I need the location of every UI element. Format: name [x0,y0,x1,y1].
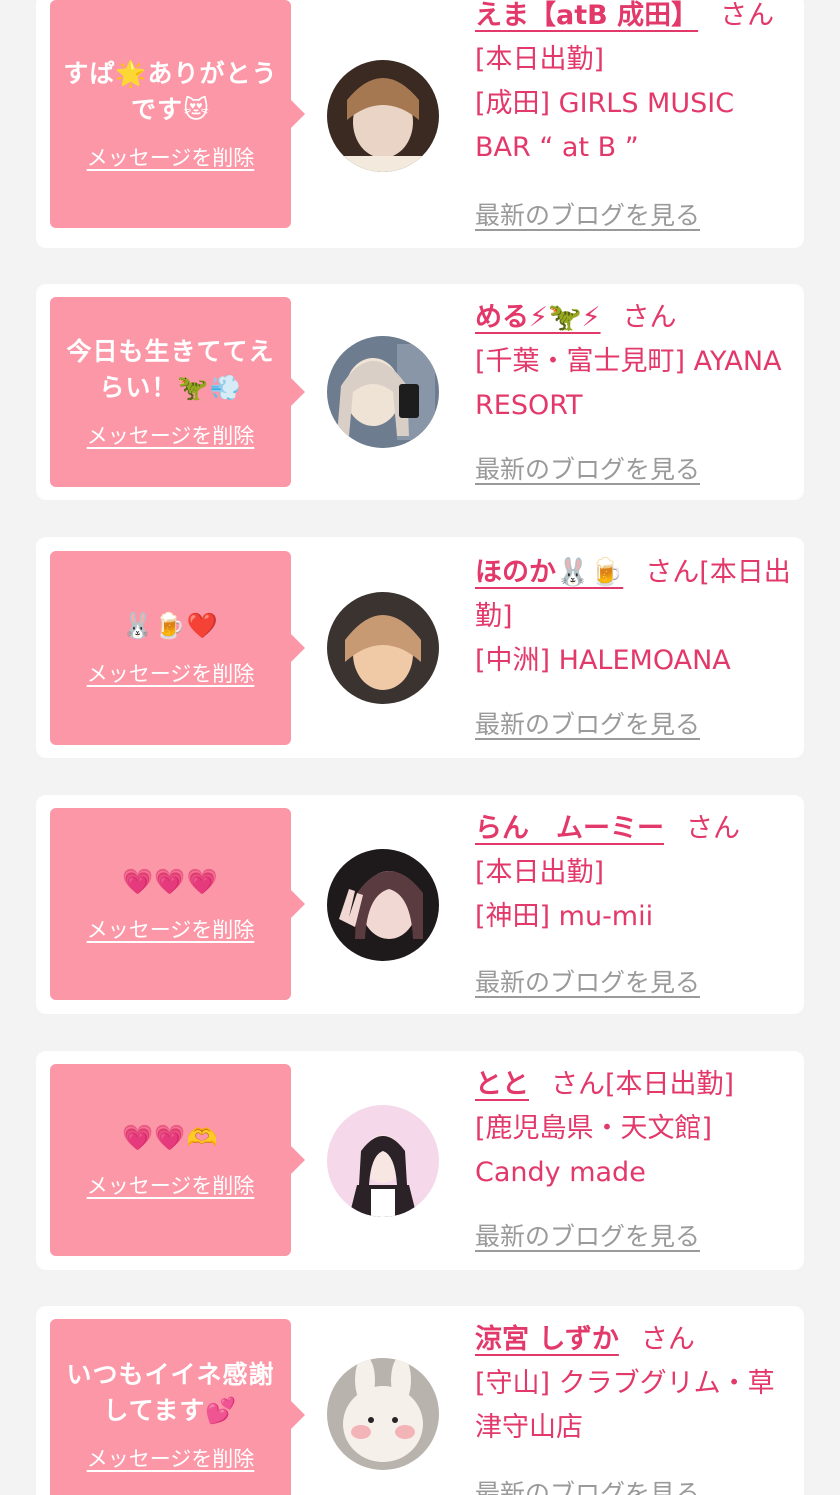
favorites-list: すぱ🌟ありがとうです😻 メッセージを削除 えま【atB 成田】 さん [本日出勤]… [0,0,840,1495]
cast-info: えま【atB 成田】 さん [本日出勤] [成田] GIRLS MUSIC BAR… [475,0,792,170]
honorific: さん [551,1069,605,1100]
message-text: 🐰🍺❤️ [122,611,219,640]
avatar[interactable] [327,1105,439,1217]
honorific: さん [686,813,740,844]
shift-status: [本日出勤] [605,1069,735,1100]
cast-card: 🐰🍺❤️ メッセージを削除 ほのか🐰🍺 さん[本日出勤] [中洲] HALEMOA… [36,537,804,758]
honorific: さん [622,302,677,333]
cast-card: 💗💗💗 メッセージを削除 らん ムーミー さん [本日出勤] [神田] mu-mi… [36,795,804,1014]
message-bubble: 今日も生きててえらい！🦖💨 メッセージを削除 [50,297,305,487]
latest-blog-link[interactable]: 最新のブログを見る [475,450,700,486]
latest-blog-link[interactable]: 最新のブログを見る [475,196,700,232]
message-bubble: すぱ🌟ありがとうです😻 メッセージを削除 [50,0,305,228]
shop-name: [神田] mu-mii [475,901,654,932]
cast-name-link[interactable]: める⚡🦖⚡ [475,302,601,333]
cast-name-link[interactable]: 涼宮 しずか [475,1324,619,1355]
avatar[interactable] [327,60,439,172]
cast-card: 今日も生きててえらい！🦖💨 メッセージを削除 める⚡🦖⚡ さん [千葉・富士見町]… [36,284,804,500]
message-text: 今日も生きててえらい！🦖💨 [66,337,275,402]
cast-name-link[interactable]: ほのか🐰🍺 [475,557,623,588]
message-bubble: いつもイイネ感謝してます💕 メッセージを削除 [50,1319,305,1495]
shift-status: [本日出勤] [475,857,605,888]
delete-message-link[interactable]: メッセージを削除 [87,1443,255,1473]
message-bubble: 💗💗🫶 メッセージを削除 [50,1064,305,1256]
cast-card: いつもイイネ感謝してます💕 メッセージを削除 涼宮 しずか さん [守山] クラブ… [36,1306,804,1495]
delete-message-link[interactable]: メッセージを削除 [87,142,255,172]
avatar[interactable] [327,1358,439,1470]
message-bubble: 💗💗💗 メッセージを削除 [50,808,305,1000]
latest-blog-link[interactable]: 最新のブログを見る [475,963,700,999]
cast-info: とと さん[本日出勤] [鹿児島県・天文館] Candy made [475,1063,792,1195]
shift-status: [本日出勤] [475,44,605,75]
avatar[interactable] [327,336,439,448]
cast-card: 💗💗🫶 メッセージを削除 とと さん[本日出勤] [鹿児島県・天文館] Candy… [36,1051,804,1270]
message-text: いつもイイネ感謝してます💕 [66,1360,275,1425]
cast-name-link[interactable]: えま【atB 成田】 [475,0,698,31]
cast-info: 涼宮 しずか さん [守山] クラブグリム・草津守山店 [475,1318,792,1450]
avatar[interactable] [327,849,439,961]
cast-name-link[interactable]: とと [475,1069,529,1100]
shop-name: [守山] クラブグリム・草津守山店 [475,1368,775,1443]
delete-message-link[interactable]: メッセージを削除 [87,420,255,450]
shop-name: [鹿児島県・天文館] Candy made [475,1113,713,1188]
cast-name-link[interactable]: らん ムーミー [475,813,664,844]
message-text: 💗💗💗 [122,867,219,896]
message-text: 💗💗🫶 [122,1123,219,1152]
message-bubble: 🐰🍺❤️ メッセージを削除 [50,551,305,745]
shop-name: [成田] GIRLS MUSIC BAR “ at B ” [475,88,735,163]
shop-name: [中洲] HALEMOANA [475,645,731,676]
latest-blog-link[interactable]: 最新のブログを見る [475,705,700,741]
delete-message-link[interactable]: メッセージを削除 [87,914,255,944]
avatar[interactable] [327,592,439,704]
delete-message-link[interactable]: メッセージを削除 [87,1170,255,1200]
message-text: すぱ🌟ありがとうです😻 [63,59,278,124]
cast-info: める⚡🦖⚡ さん [千葉・富士見町] AYANA RESORT [475,296,792,428]
cast-info: ほのか🐰🍺 さん[本日出勤] [中洲] HALEMOANA [475,551,792,683]
latest-blog-link[interactable]: 最新のブログを見る [475,1474,700,1495]
honorific: さん [645,557,700,588]
shop-name: [千葉・富士見町] AYANA RESORT [475,346,782,421]
cast-info: らん ムーミー さん [本日出勤] [神田] mu-mii [475,807,792,939]
cast-card: すぱ🌟ありがとうです😻 メッセージを削除 えま【atB 成田】 さん [本日出勤]… [36,0,804,248]
delete-message-link[interactable]: メッセージを削除 [87,658,255,688]
latest-blog-link[interactable]: 最新のブログを見る [475,1217,700,1253]
honorific: さん [720,0,775,31]
honorific: さん [640,1324,695,1355]
